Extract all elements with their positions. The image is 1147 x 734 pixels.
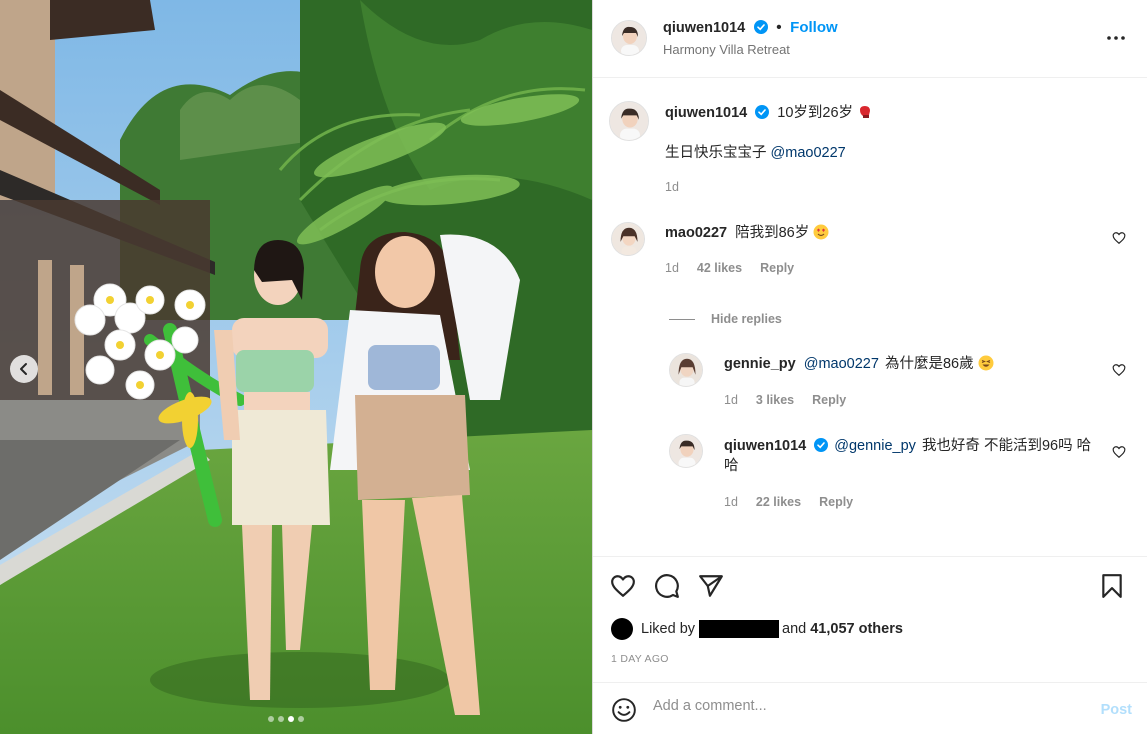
post-date[interactable]: 1 DAY AGO xyxy=(611,653,669,665)
reply-time[interactable]: 1d xyxy=(724,495,738,509)
author-avatar[interactable] xyxy=(611,20,647,56)
more-horizontal-icon[interactable] xyxy=(1106,28,1126,48)
caption-avatar[interactable] xyxy=(609,101,649,141)
bookmark-icon[interactable] xyxy=(1100,573,1124,599)
post-location[interactable]: Harmony Villa Retreat xyxy=(663,42,790,57)
reply-text: 為什麼是86歲 xyxy=(884,356,974,372)
paper-plane-icon[interactable] xyxy=(698,573,724,599)
likes-summary: Liked by and 41,057 others xyxy=(611,618,903,640)
heart-eyes-emoji-icon xyxy=(813,224,829,240)
heart-icon[interactable] xyxy=(610,573,636,599)
likes-others-link[interactable]: 41,057 others xyxy=(810,621,903,637)
reply-text-continued: 哈 xyxy=(724,458,739,474)
avatar-image xyxy=(670,354,702,386)
carousel-dot-active xyxy=(288,716,294,722)
comment-composer: Post xyxy=(593,682,1147,734)
hide-replies-label: Hide replies xyxy=(711,312,782,326)
chevron-left-icon xyxy=(20,363,27,375)
caption-body-line: 生日快乐宝宝子 @mao0227 xyxy=(665,143,846,163)
reply-avatar[interactable] xyxy=(669,434,703,468)
reply-mention-link[interactable]: @mao0227 xyxy=(804,356,879,372)
carousel-dots xyxy=(268,716,304,722)
header-user-line: qiuwen1014 • Follow xyxy=(663,19,838,36)
hide-replies-toggle[interactable]: Hide replies xyxy=(669,312,782,326)
comment-like-heart-icon[interactable] xyxy=(1112,231,1126,245)
replies-divider xyxy=(669,318,695,320)
liker-username-redacted[interactable] xyxy=(699,620,780,638)
follow-button[interactable]: Follow xyxy=(790,19,838,36)
avatar-image xyxy=(670,435,702,467)
caption-time[interactable]: 1d xyxy=(665,180,679,194)
comment-meta: 1d 42 likes Reply xyxy=(665,261,794,275)
reply-meta: 1d 22 likes Reply xyxy=(724,495,853,509)
caption-line: qiuwen1014 10岁到26岁 xyxy=(665,103,873,123)
avatar-image xyxy=(612,223,644,255)
reply-meta: 1d 3 likes Reply xyxy=(724,393,846,407)
reply-line: qiuwen1014 @gennie_py 我也好奇 不能活到96吗 哈 哈 xyxy=(724,436,1094,476)
comment-input[interactable] xyxy=(653,698,1053,714)
reply-line: gennie_py @mao0227 為什麼是86歲 xyxy=(724,354,994,374)
comment-likes[interactable]: 42 likes xyxy=(697,261,742,275)
reply-likes[interactable]: 3 likes xyxy=(756,393,794,407)
reply-time[interactable]: 1d xyxy=(724,393,738,407)
liker-avatar[interactable] xyxy=(611,618,633,640)
reply-avatar[interactable] xyxy=(669,353,703,387)
comment-time[interactable]: 1d xyxy=(665,261,679,275)
avatar-image xyxy=(612,21,646,55)
comment-line: mao0227 陪我到86岁 xyxy=(665,223,829,243)
photo-scene xyxy=(0,0,592,734)
post-actions: Liked by and 41,057 others 1 DAY AGO xyxy=(593,556,1147,682)
post-header: qiuwen1014 • Follow Harmony Villa Retrea… xyxy=(593,0,1147,78)
post-comment-button[interactable]: Post xyxy=(1101,702,1132,718)
verified-badge-icon xyxy=(753,20,768,34)
caption-title: 10岁到26岁 xyxy=(777,105,854,121)
carousel-dot xyxy=(278,716,284,722)
comment-text: 陪我到86岁 xyxy=(735,225,810,241)
liked-by-label: Liked by xyxy=(641,621,696,637)
caption-username[interactable]: qiuwen1014 xyxy=(665,105,747,121)
carousel-dot xyxy=(268,716,274,722)
reply-like-heart-icon[interactable] xyxy=(1112,445,1126,459)
reply-mention-link[interactable]: @gennie_py xyxy=(834,438,916,454)
emoji-smile-icon[interactable] xyxy=(611,697,637,723)
comment-reply-button[interactable]: Reply xyxy=(760,261,794,275)
author-username[interactable]: qiuwen1014 xyxy=(663,20,745,36)
carousel-dot xyxy=(298,716,304,722)
avatar-image xyxy=(610,102,648,140)
reply-reply-button[interactable]: Reply xyxy=(819,495,853,509)
carousel-prev-button[interactable] xyxy=(10,355,38,383)
laughing-emoji-icon xyxy=(978,355,994,371)
comment-icon[interactable] xyxy=(654,573,680,599)
reply-likes[interactable]: 22 likes xyxy=(756,495,801,509)
post-photo[interactable] xyxy=(0,0,592,734)
boxing-glove-emoji-icon xyxy=(860,106,871,118)
caption-body: 生日快乐宝宝子 xyxy=(665,145,767,161)
post-side-panel: qiuwen1014 • Follow Harmony Villa Retrea… xyxy=(592,0,1147,734)
reply-username[interactable]: qiuwen1014 xyxy=(724,438,806,454)
reply-text: 我也好奇 不能活到96吗 哈 xyxy=(921,438,1092,454)
liked-and-label: and xyxy=(782,621,807,637)
reply-username[interactable]: gennie_py xyxy=(724,356,796,372)
caption-mention-link[interactable]: @mao0227 xyxy=(771,145,846,161)
verified-badge-icon xyxy=(755,105,770,119)
reply-like-heart-icon[interactable] xyxy=(1112,363,1126,377)
verified-badge-icon xyxy=(814,438,829,452)
reply-reply-button[interactable]: Reply xyxy=(812,393,846,407)
commenter-avatar[interactable] xyxy=(611,222,645,256)
comment-username[interactable]: mao0227 xyxy=(665,225,727,241)
